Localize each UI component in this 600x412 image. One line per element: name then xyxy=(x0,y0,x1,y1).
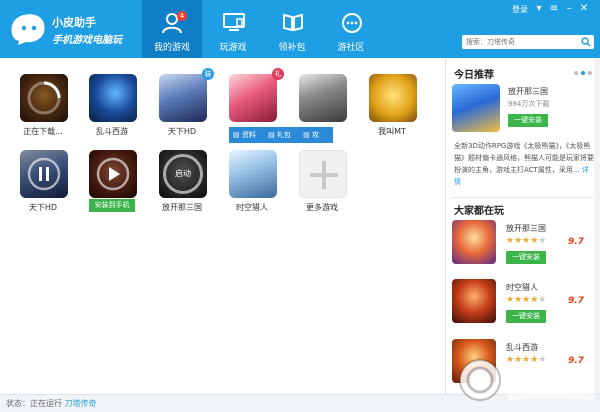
game-label: 时空猎人 xyxy=(236,203,268,212)
game-icon[interactable] xyxy=(229,150,277,198)
gift-link[interactable]: ▤ 礼包 xyxy=(268,131,296,139)
game-label: 天下HD xyxy=(167,127,197,136)
my-games-badge: 4 xyxy=(177,11,187,21)
tab-gift-pack[interactable]: 领补包 xyxy=(262,0,322,58)
search-input[interactable] xyxy=(466,36,576,48)
tab-play-games[interactable]: 玩游戏 xyxy=(203,0,263,58)
login-link[interactable]: 登录 xyxy=(512,4,528,15)
app-logo-icon xyxy=(11,14,45,46)
game-icon[interactable] xyxy=(452,220,496,264)
title-bar: 小皮助手 手机游戏电脑玩 4 我的游戏 玩游戏 领补包 游社区 登录 ▾ ≡ –… xyxy=(0,0,600,58)
gift-badge: 礼 xyxy=(272,68,284,80)
skin-icon[interactable]: ▾ xyxy=(533,3,545,15)
game-label: 我叫MT xyxy=(378,127,406,136)
recommended-game-name[interactable]: 放开那三国 xyxy=(508,86,548,97)
star-rating: ★★★★★ xyxy=(506,236,547,246)
minimize-icon[interactable]: – xyxy=(563,3,575,15)
recommended-game-icon[interactable] xyxy=(452,84,500,132)
chat-icon xyxy=(342,13,362,33)
divider xyxy=(452,197,595,198)
score: 9.7 xyxy=(568,237,584,247)
game-name: 时空猎人 xyxy=(506,283,538,292)
game-icon[interactable] xyxy=(89,74,137,122)
menu-icon[interactable]: ≡ xyxy=(548,3,560,15)
sidebar: 今日推荐 放开那三国 984万次下载 一键安装 全新3D动作RPG游戏《太极熊猫… xyxy=(445,58,600,394)
new-badge: 装 xyxy=(202,68,214,80)
game-label: 放开那三国 xyxy=(162,203,202,212)
download-progress-ring xyxy=(27,81,61,115)
playing-title: 大家都在玩 xyxy=(454,206,504,217)
game-icon[interactable] xyxy=(452,279,496,323)
game-icon[interactable] xyxy=(229,74,277,122)
close-icon[interactable]: ✕ xyxy=(578,3,590,15)
tab-label: 我的游戏 xyxy=(153,43,190,53)
carousel-dots[interactable] xyxy=(574,68,595,78)
score: 9.7 xyxy=(568,296,584,306)
description-text: 全新3D动作RPG游戏《太极熊猫》，《太极熊猫》题材偏卡通风格，熊猫人可能是玩家… xyxy=(454,142,594,174)
star-rating: ★★★★★ xyxy=(506,295,547,305)
search-icon[interactable] xyxy=(581,37,591,47)
tab-community[interactable]: 游社区 xyxy=(321,0,381,58)
app-subtitle: 手机游戏电脑玩 xyxy=(52,35,122,46)
app-title: 小皮助手 xyxy=(52,16,96,29)
tab-label: 玩游戏 xyxy=(219,43,247,53)
recommend-title: 今日推荐 xyxy=(454,70,494,81)
game-label: 正在下载... xyxy=(23,127,63,136)
install-button[interactable]: 一键安装 xyxy=(508,114,548,127)
watermark-logo xyxy=(459,359,594,402)
tab-label: 领补包 xyxy=(278,43,306,53)
info-link[interactable]: ▤ 资料 xyxy=(233,131,261,139)
pause-icon[interactable] xyxy=(26,156,62,192)
game-action-bar: ▤ 资料 ▤ 礼包 ▤ 攻略 xyxy=(229,127,333,155)
tab-label: 游社区 xyxy=(337,43,365,53)
scrollbar[interactable] xyxy=(594,58,600,394)
game-icon[interactable] xyxy=(369,74,417,122)
install-button[interactable]: 一键安装 xyxy=(506,251,546,264)
list-item[interactable]: 放开那三国 ★★★★★ 9.7 一键安装 xyxy=(446,220,600,282)
list-item[interactable]: 时空猎人 ★★★★★ 9.7 一键安装 xyxy=(446,279,600,341)
game-icon[interactable] xyxy=(159,74,207,122)
tab-my-games[interactable]: 4 我的游戏 xyxy=(142,0,202,58)
book-icon xyxy=(283,13,303,32)
install-to-phone-button[interactable]: 安装到手机 xyxy=(89,199,135,212)
download-count: 984万次下载 xyxy=(508,100,550,108)
launch-button[interactable]: 启动 xyxy=(163,154,203,194)
add-game-tile[interactable] xyxy=(299,150,347,198)
game-label: 天下HD xyxy=(28,203,58,212)
game-icon[interactable] xyxy=(299,74,347,122)
gift-label: 礼包 xyxy=(276,131,291,139)
search-box xyxy=(462,35,594,49)
game-name: 放开那三国 xyxy=(506,224,546,233)
my-games-panel: 正在下载... 乱斗西游 装 天下HD 礼 我叫MT ▤ 资料 ▤ 礼包 ▤ 攻… xyxy=(0,58,445,394)
game-icon[interactable]: 启动 xyxy=(159,150,207,198)
game-label: 乱斗西游 xyxy=(96,127,128,136)
install-button[interactable]: 一键安装 xyxy=(506,310,546,323)
running-game-link[interactable]: 刀塔传奇 xyxy=(65,399,97,408)
monitor-icon xyxy=(223,13,245,31)
game-label: 更多游戏 xyxy=(306,203,338,212)
play-icon[interactable] xyxy=(95,156,131,192)
plus-icon xyxy=(310,161,338,189)
status-text: 状态：正在运行 xyxy=(6,399,62,408)
recommend-description: 全新3D动作RPG游戏《太极熊猫》，《太极熊猫》题材偏卡通风格，熊猫人可能是玩家… xyxy=(454,140,594,188)
info-label: 资料 xyxy=(241,131,256,139)
